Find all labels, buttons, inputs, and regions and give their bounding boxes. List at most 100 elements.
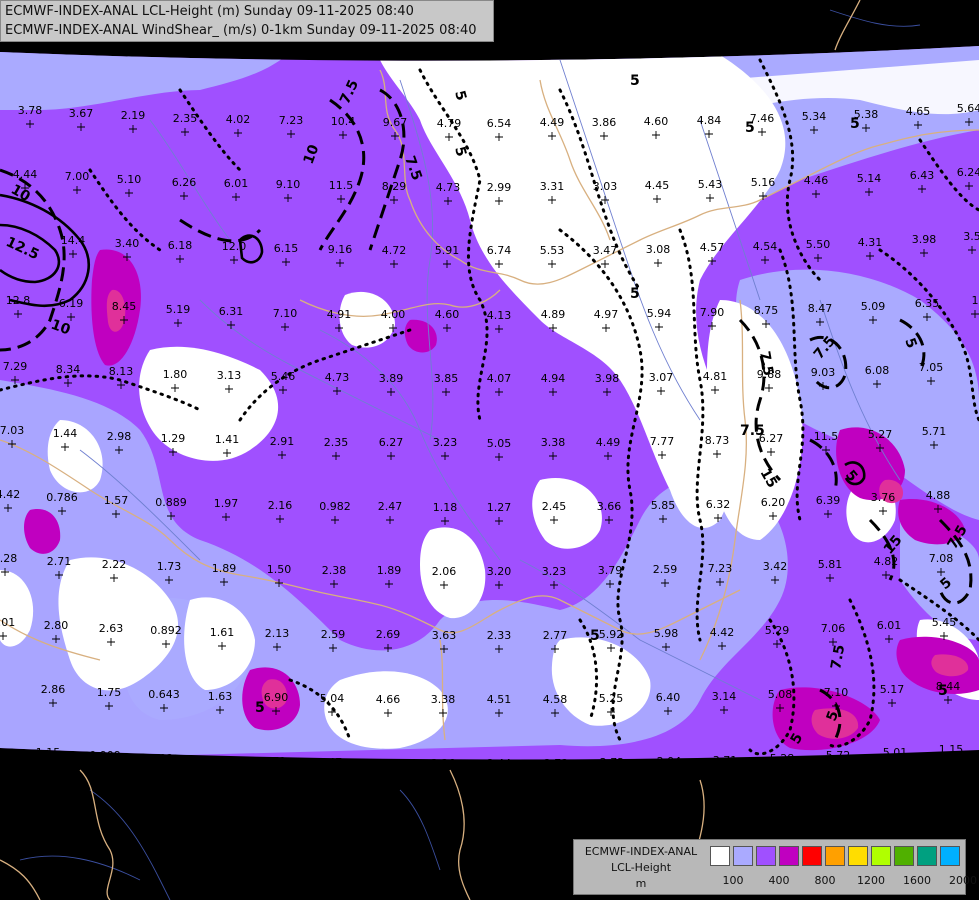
value-label: 5.46	[271, 370, 296, 383]
value-label: 9.16	[328, 243, 353, 256]
value-label: 0.889	[155, 496, 187, 509]
value-label: 6.90	[264, 691, 289, 704]
value-label: 7.23	[708, 562, 733, 575]
value-label: 5.10	[117, 173, 142, 186]
value-label: 6.18	[168, 239, 193, 252]
value-label: 1.03	[149, 752, 174, 765]
value-label: 3.63	[432, 629, 457, 642]
legend-swatch	[756, 846, 776, 866]
value-label: 8.45	[112, 300, 137, 313]
value-label: 0.786	[46, 491, 78, 504]
title-line-2: ECMWF-INDEX-ANAL WindShear_ (m/s) 0-1km …	[5, 23, 477, 38]
value-label: 1.89	[212, 562, 237, 575]
value-label: 14.4	[61, 234, 86, 247]
legend-swatch	[917, 846, 937, 866]
value-label: 6.15	[274, 242, 299, 255]
value-label: 7.10	[824, 686, 849, 699]
value-label: 5.43	[698, 178, 723, 191]
value-label: 3.40	[115, 237, 140, 250]
legend-unit: m	[635, 877, 647, 890]
value-label: 3.13	[217, 369, 242, 382]
value-label: 9.67	[383, 116, 408, 129]
value-label: 5.98	[654, 627, 679, 640]
value-label: 5.94	[647, 307, 672, 320]
value-label: 3.31	[540, 180, 565, 193]
value-label: 1.89	[377, 564, 402, 577]
legend-swatch	[940, 846, 960, 866]
value-label: 2.86	[41, 683, 66, 696]
value-label: 5.19	[166, 303, 191, 316]
value-label: 3.44	[487, 757, 512, 770]
legend-tick: 400	[768, 874, 790, 887]
value-label: 4.79	[437, 117, 462, 130]
value-label: 5.53	[540, 244, 565, 257]
value-label: 4.65	[906, 105, 931, 118]
value-label: 5.50	[806, 238, 831, 251]
value-label: 4.89	[541, 308, 566, 321]
value-label: 4.31	[858, 236, 883, 249]
value-label: 3.07	[649, 371, 674, 384]
value-label: 2.35	[324, 436, 349, 449]
value-label: 8.75	[754, 304, 779, 317]
value-label: 1.29	[161, 432, 186, 445]
legend-tick: 1200	[857, 874, 885, 887]
value-label: 3.14	[712, 690, 737, 703]
value-label: 4.91	[327, 308, 352, 321]
value-label: 7.03	[0, 424, 24, 437]
value-label: 5.17	[880, 683, 905, 696]
legend-swatch	[825, 846, 845, 866]
value-label: 5.05	[487, 437, 512, 450]
value-label: 2.33	[487, 629, 512, 642]
value-label: 3.78	[18, 104, 43, 117]
value-label: 1.97	[214, 497, 239, 510]
value-label: 4.42	[0, 488, 20, 501]
value-label: 4.66	[376, 693, 401, 706]
value-label: 6.26	[172, 176, 197, 189]
value-label: 6.01	[877, 619, 902, 632]
value-label: 5.64	[957, 102, 979, 115]
value-label: 7.06	[821, 622, 846, 635]
value-label: 4.49	[596, 436, 621, 449]
value-label: 1.63	[208, 690, 233, 703]
value-label: 4.51	[487, 693, 512, 706]
value-label: 9.03	[811, 366, 836, 379]
value-label: 3.38	[431, 693, 456, 706]
value-label: 4.81	[703, 370, 728, 383]
value-label: 1.73	[157, 560, 182, 573]
value-label: 2.19	[121, 109, 146, 122]
value-label: 3.42	[763, 560, 788, 573]
value-label: 2.16	[268, 499, 293, 512]
value-label: 1.71	[262, 755, 287, 768]
value-label: 5.09	[861, 300, 886, 313]
value-label: 2.47	[318, 756, 343, 769]
value-label: 2.77	[543, 629, 568, 642]
value-label: 8.34	[56, 363, 81, 376]
value-label: 2.06	[432, 565, 457, 578]
value-label: 5.71	[922, 425, 947, 438]
value-label: 3.23	[433, 436, 458, 449]
value-label: 10.4	[331, 115, 356, 128]
value-label: 3.66	[597, 500, 622, 513]
value-label: 7.00	[65, 170, 90, 183]
value-label: 8.29	[382, 180, 407, 193]
value-label: 4.58	[543, 693, 568, 706]
legend-swatch	[802, 846, 822, 866]
value-label: 4.97	[594, 308, 619, 321]
value-label: 1.61	[210, 626, 235, 639]
value-label: 7.23	[279, 114, 304, 127]
value-label: 4.54	[753, 240, 778, 253]
value-label: 4.88	[926, 489, 951, 502]
value-label: 4.73	[325, 371, 350, 384]
value-label: 9.10	[276, 178, 301, 191]
value-label: 4.60	[435, 308, 460, 321]
value-label: 1	[972, 294, 979, 307]
title-box: ECMWF-INDEX-ANAL LCL-Height (m) Sunday 0…	[0, 0, 494, 42]
value-label: 3.08	[646, 243, 671, 256]
legend-swatch	[871, 846, 891, 866]
value-label: 5.72	[826, 749, 851, 762]
value-label: 3.98	[595, 372, 620, 385]
value-label: 5.91	[435, 244, 460, 257]
value-label: 3.67	[69, 107, 94, 120]
value-label: 1.44	[53, 427, 78, 440]
legend-swatch	[894, 846, 914, 866]
